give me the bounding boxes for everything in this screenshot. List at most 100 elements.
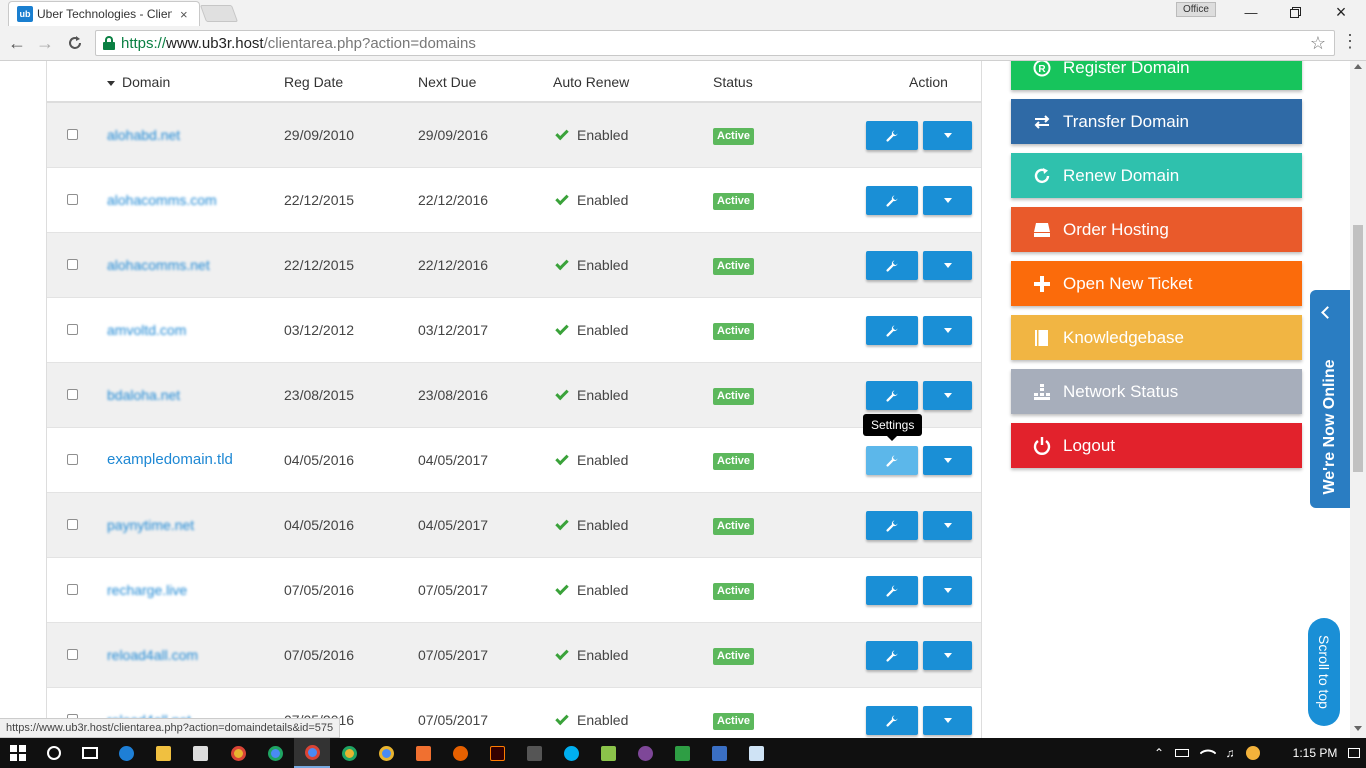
browser-tab[interactable]: ub Uber Technologies - Client × [8, 1, 200, 26]
app-icon[interactable] [664, 738, 700, 768]
tor-icon[interactable] [627, 738, 663, 768]
sidebar-button-logout[interactable]: Logout [1011, 423, 1302, 468]
store-icon[interactable] [182, 738, 218, 768]
forward-icon[interactable]: → [33, 31, 57, 55]
chrome-icon[interactable] [257, 738, 293, 768]
page-scrollbar[interactable] [1350, 61, 1366, 738]
browser-menu-icon[interactable]: ⋮ [1340, 31, 1360, 52]
scroll-to-top-button[interactable]: Scroll to top [1308, 618, 1340, 726]
actions-dropdown-button[interactable] [923, 706, 972, 735]
header-reg-date[interactable]: Reg Date [284, 74, 343, 90]
address-bar[interactable]: https://www.ub3r.host/clientarea.php?act… [95, 30, 1335, 56]
actions-dropdown-button[interactable] [923, 381, 972, 410]
skype-icon[interactable] [553, 738, 589, 768]
row-checkbox[interactable] [67, 129, 78, 140]
settings-button[interactable] [866, 511, 918, 540]
chevron-left-icon[interactable] [1321, 306, 1334, 319]
actions-dropdown-button[interactable] [923, 121, 972, 150]
domain-link[interactable]: exampledomain.tld [107, 451, 233, 468]
actions-dropdown-button[interactable] [923, 186, 972, 215]
clock[interactable]: 1:15 PM [1290, 738, 1340, 768]
settings-button[interactable] [866, 706, 918, 735]
edge-icon[interactable] [108, 738, 144, 768]
actions-dropdown-button[interactable] [923, 576, 972, 605]
wifi-icon[interactable] [1198, 738, 1218, 768]
domain-link[interactable]: reload4all.com [107, 647, 198, 663]
app-icon[interactable] [405, 738, 441, 768]
domain-link[interactable]: paynytime.net [107, 517, 194, 533]
sidebar-button-renew-domain[interactable]: Renew Domain [1011, 153, 1302, 198]
chrome-icon[interactable] [368, 738, 404, 768]
new-tab-button[interactable] [199, 5, 239, 22]
scroll-down-icon[interactable] [1354, 726, 1362, 731]
domain-link[interactable]: bdaloha.net [107, 387, 180, 403]
domain-link[interactable]: alohabd.net [107, 127, 180, 143]
media-icon[interactable] [516, 738, 552, 768]
sidebar-button-network-status[interactable]: Network Status [1011, 369, 1302, 414]
battery-icon[interactable] [1172, 738, 1192, 768]
tab-close-icon[interactable]: × [180, 7, 188, 22]
scroll-up-icon[interactable] [1354, 64, 1362, 69]
header-auto-renew[interactable]: Auto Renew [553, 74, 629, 90]
sidebar-button-knowledgebase[interactable]: Knowledgebase [1011, 315, 1302, 360]
settings-button[interactable] [866, 251, 918, 280]
settings-button[interactable] [866, 446, 918, 475]
settings-button[interactable] [866, 186, 918, 215]
row-checkbox[interactable] [67, 259, 78, 270]
sidebar-button-open-new-ticket[interactable]: Open New Ticket [1011, 261, 1302, 306]
settings-button[interactable] [866, 381, 918, 410]
header-domain[interactable]: Domain [107, 74, 170, 90]
minimize-icon[interactable]: — [1228, 0, 1274, 24]
chrome-icon[interactable] [220, 738, 256, 768]
tray-chevron-up-icon[interactable]: ⌃ [1150, 738, 1168, 768]
domain-link[interactable]: amvoltd.com [107, 322, 186, 338]
row-checkbox[interactable] [67, 324, 78, 335]
row-checkbox[interactable] [67, 584, 78, 595]
back-icon[interactable]: ← [5, 31, 29, 55]
actions-dropdown-button[interactable] [923, 316, 972, 345]
remote-desktop-icon[interactable] [701, 738, 737, 768]
domain-link[interactable]: alohacomms.net [107, 257, 210, 273]
domain-link[interactable]: alohacomms.com [107, 192, 217, 208]
actions-dropdown-button[interactable] [923, 511, 972, 540]
header-status[interactable]: Status [713, 74, 753, 90]
settings-button[interactable] [866, 316, 918, 345]
actions-dropdown-button[interactable] [923, 446, 972, 475]
sidebar-button-transfer-domain[interactable]: Transfer Domain [1011, 99, 1302, 144]
task-view-icon[interactable] [72, 738, 108, 768]
header-domain-label: Domain [122, 74, 171, 90]
row-checkbox[interactable] [67, 389, 78, 400]
sidebar-button-order-hosting[interactable]: Order Hosting [1011, 207, 1302, 252]
illustrator-icon[interactable] [479, 738, 515, 768]
network-app-icon[interactable] [590, 738, 626, 768]
restore-icon[interactable] [1272, 0, 1318, 24]
row-checkbox[interactable] [67, 194, 78, 205]
domain-link[interactable]: recharge.live [107, 582, 187, 598]
actions-dropdown-button[interactable] [923, 641, 972, 670]
reload-icon[interactable] [63, 31, 87, 55]
notepad-icon[interactable] [738, 738, 774, 768]
settings-button[interactable] [866, 121, 918, 150]
sidebar-button-register-domain[interactable]: R Register Domain [1011, 61, 1302, 90]
chrome-icon[interactable] [294, 738, 330, 768]
action-center-icon[interactable] [1345, 738, 1363, 768]
windows-start-icon[interactable] [0, 738, 36, 768]
scrollbar-thumb[interactable] [1353, 225, 1363, 472]
firefox-icon[interactable] [442, 738, 478, 768]
settings-button[interactable] [866, 576, 918, 605]
actions-dropdown-button[interactable] [923, 251, 972, 280]
live-chat-widget[interactable]: We're Now Online [1310, 290, 1350, 508]
cortana-icon[interactable] [36, 738, 72, 768]
file-explorer-icon[interactable] [145, 738, 181, 768]
language-icon[interactable] [1243, 738, 1263, 768]
row-checkbox[interactable] [67, 454, 78, 465]
row-checkbox[interactable] [67, 649, 78, 660]
row-checkbox[interactable] [67, 519, 78, 530]
chrome-icon[interactable] [331, 738, 367, 768]
svg-text:R: R [1038, 64, 1046, 75]
volume-icon[interactable]: ♫ [1220, 738, 1240, 768]
settings-button[interactable] [866, 641, 918, 670]
bookmark-star-icon[interactable]: ☆ [1310, 33, 1326, 54]
header-next-due[interactable]: Next Due [418, 74, 476, 90]
window-close-icon[interactable]: × [1318, 0, 1364, 24]
